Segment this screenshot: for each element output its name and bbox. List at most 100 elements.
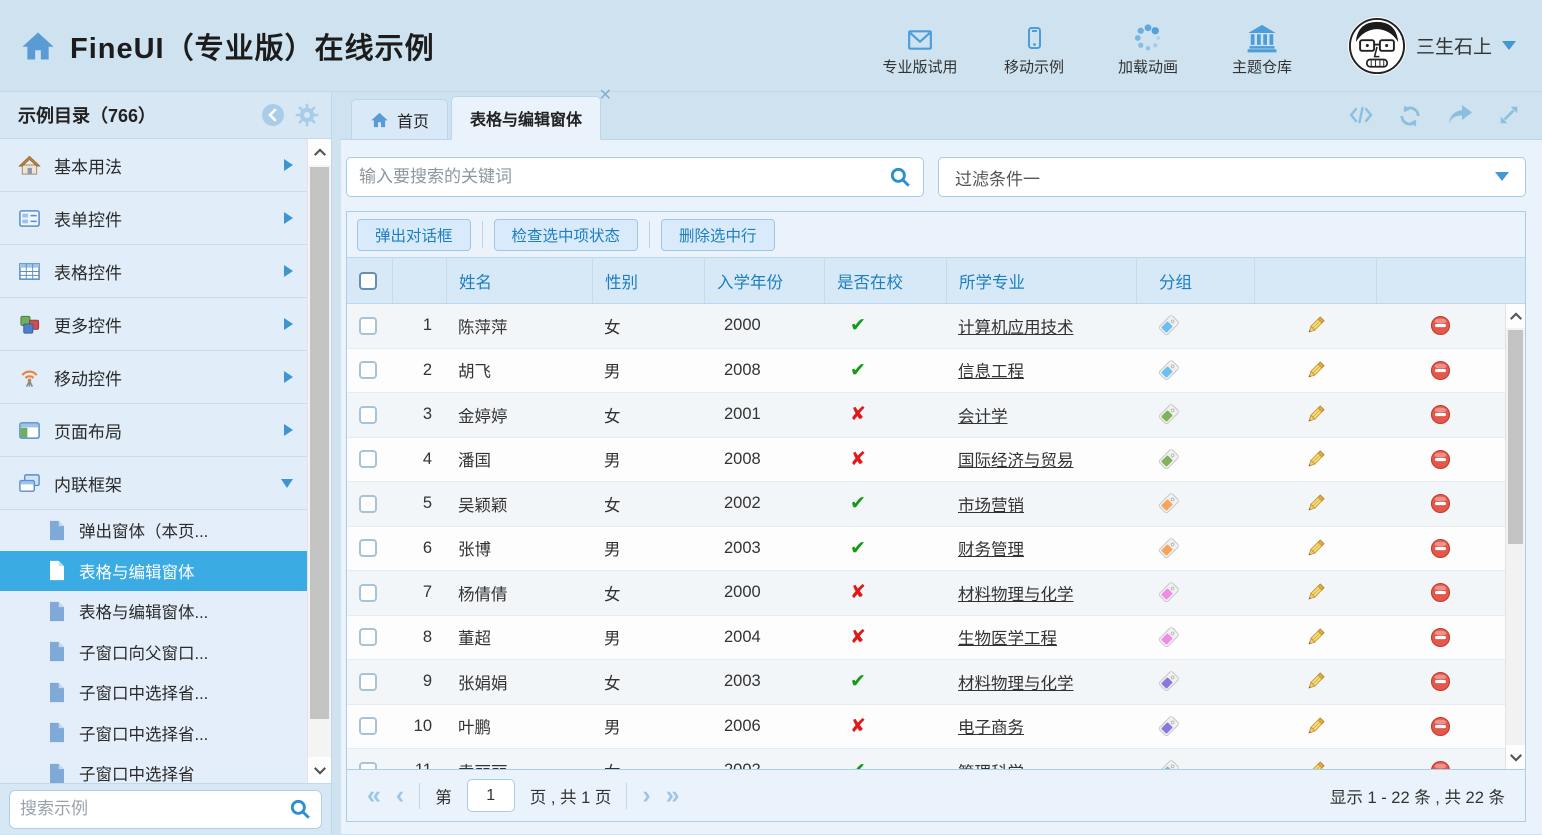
header-action[interactable]: 专业版试用 <box>868 15 972 77</box>
scrollbar-thumb[interactable] <box>1508 330 1523 544</box>
major-link[interactable]: 电子商务 <box>958 714 1024 738</box>
delete-icon[interactable] <box>1430 538 1451 559</box>
sidebar-group-item[interactable]: 更多控件 <box>0 298 307 351</box>
close-icon[interactable]: ✕ <box>596 85 615 107</box>
sidebar-sub-item[interactable]: 子窗口中选择省... <box>0 672 307 713</box>
header-cell-year[interactable]: 入学年份 <box>704 258 824 303</box>
edit-pencil-icon[interactable] <box>1305 627 1326 648</box>
toolbar-button[interactable]: 弹出对话框 <box>357 219 471 251</box>
scrollbar-thumb[interactable] <box>310 167 329 719</box>
keyword-search-input[interactable] <box>359 167 889 187</box>
row-checkbox[interactable] <box>359 584 377 602</box>
header-cell-group[interactable]: 分组 <box>1136 258 1254 303</box>
edit-pencil-icon[interactable] <box>1305 493 1326 514</box>
row-checkbox[interactable] <box>359 539 377 557</box>
filter-dropdown[interactable]: 过滤条件一 <box>938 157 1526 197</box>
sidebar-group-item[interactable]: 内联框架 <box>0 457 307 510</box>
scroll-up-icon[interactable] <box>1506 304 1525 328</box>
delete-icon[interactable] <box>1430 760 1451 769</box>
sidebar-group-item[interactable]: 表单控件 <box>0 192 307 245</box>
delete-icon[interactable] <box>1430 671 1451 692</box>
sidebar-search-input[interactable] <box>20 799 289 819</box>
edit-pencil-icon[interactable] <box>1305 360 1326 381</box>
prev-page-icon[interactable]: ‹ <box>396 783 404 808</box>
page-number-input[interactable] <box>467 779 515 812</box>
edit-pencil-icon[interactable] <box>1305 404 1326 425</box>
edit-pencil-icon[interactable] <box>1305 716 1326 737</box>
row-checkbox[interactable] <box>359 361 377 379</box>
delete-icon[interactable] <box>1430 627 1451 648</box>
row-checkbox[interactable] <box>359 317 377 335</box>
delete-icon[interactable] <box>1430 360 1451 381</box>
header-cell-major[interactable]: 所学专业 <box>946 258 1136 303</box>
share-icon[interactable] <box>1448 104 1474 128</box>
source-code-icon[interactable] <box>1348 104 1374 128</box>
header-action[interactable]: 主题仓库 <box>1210 15 1314 77</box>
row-checkbox[interactable] <box>359 406 377 424</box>
major-link[interactable]: 市场营销 <box>958 492 1024 516</box>
major-link[interactable]: 生物医学工程 <box>958 625 1057 649</box>
sidebar-sub-item[interactable]: 子窗口中选择省... <box>0 713 307 754</box>
sidebar-group-item[interactable]: 移动控件 <box>0 351 307 404</box>
header-cell-inschool[interactable]: 是否在校 <box>824 258 946 303</box>
collapse-sidebar-icon[interactable] <box>261 103 285 127</box>
edit-pencil-icon[interactable] <box>1305 449 1326 470</box>
sidebar-group-item[interactable]: 基本用法 <box>0 139 307 192</box>
major-link[interactable]: 会计学 <box>958 403 1008 427</box>
delete-icon[interactable] <box>1430 449 1451 470</box>
tab-home[interactable]: 首页 <box>351 99 448 139</box>
fullscreen-icon[interactable] <box>1498 104 1524 128</box>
scroll-down-icon[interactable] <box>308 757 331 783</box>
gear-icon[interactable] <box>295 103 319 127</box>
major-link[interactable]: 财务管理 <box>958 536 1024 560</box>
toolbar-button[interactable]: 检查选中项状态 <box>494 219 639 251</box>
sidebar-scrollbar[interactable] <box>307 139 331 783</box>
edit-pencil-icon[interactable] <box>1305 538 1326 559</box>
header-cell-name[interactable]: 姓名 <box>446 258 592 303</box>
tab-grid-edit-window[interactable]: 表格与编辑窗体 ✕ <box>451 96 601 140</box>
select-all-checkbox[interactable] <box>359 272 377 290</box>
edit-pencil-icon[interactable] <box>1305 760 1326 769</box>
major-link[interactable]: 国际经济与贸易 <box>958 447 1074 471</box>
user-menu[interactable]: 三生石上 <box>1348 17 1516 75</box>
header-action[interactable]: 移动示例 <box>982 15 1086 77</box>
major-link[interactable]: 信息工程 <box>958 358 1024 382</box>
row-checkbox[interactable] <box>359 673 377 691</box>
delete-icon[interactable] <box>1430 493 1451 514</box>
edit-pencil-icon[interactable] <box>1305 582 1326 603</box>
scroll-up-icon[interactable] <box>308 139 331 165</box>
major-link[interactable]: 计算机应用技术 <box>958 314 1074 338</box>
sidebar-sub-item[interactable]: 子窗口向父窗口... <box>0 632 307 673</box>
last-page-icon[interactable]: » <box>666 783 680 808</box>
row-checkbox[interactable] <box>359 628 377 646</box>
header-action[interactable]: 加载动画 <box>1096 15 1200 77</box>
delete-icon[interactable] <box>1430 582 1451 603</box>
search-icon[interactable] <box>289 798 311 820</box>
search-icon[interactable] <box>889 166 911 188</box>
edit-pencil-icon[interactable] <box>1305 671 1326 692</box>
sidebar-sub-item[interactable]: 表格与编辑窗体... <box>0 591 307 632</box>
refresh-icon[interactable] <box>1398 104 1424 128</box>
row-checkbox[interactable] <box>359 495 377 513</box>
sidebar-sub-item[interactable]: 弹出窗体（本页... <box>0 510 307 551</box>
first-page-icon[interactable]: « <box>367 783 381 808</box>
edit-pencil-icon[interactable] <box>1305 315 1326 336</box>
sidebar-group-item[interactable]: 页面布局 <box>0 404 307 457</box>
avatar[interactable] <box>1348 17 1406 75</box>
sidebar-sub-item[interactable]: 子窗口中选择省 <box>0 753 307 783</box>
major-link[interactable]: 管理科学 <box>958 759 1024 769</box>
next-page-icon[interactable]: › <box>642 783 650 808</box>
sidebar-sub-item[interactable]: 表格与编辑窗体 <box>0 551 307 592</box>
delete-icon[interactable] <box>1430 716 1451 737</box>
major-link[interactable]: 材料物理与化学 <box>958 581 1074 605</box>
major-link[interactable]: 材料物理与化学 <box>958 670 1074 694</box>
delete-icon[interactable] <box>1430 404 1451 425</box>
sidebar-group-item[interactable]: 表格控件 <box>0 245 307 298</box>
toolbar-button[interactable]: 删除选中行 <box>661 219 775 251</box>
delete-icon[interactable] <box>1430 315 1451 336</box>
header-cell-gender[interactable]: 性别 <box>592 258 704 303</box>
row-checkbox[interactable] <box>359 450 377 468</box>
scroll-down-icon[interactable] <box>1506 745 1525 769</box>
row-checkbox[interactable] <box>359 717 377 735</box>
grid-scrollbar[interactable] <box>1505 304 1525 769</box>
